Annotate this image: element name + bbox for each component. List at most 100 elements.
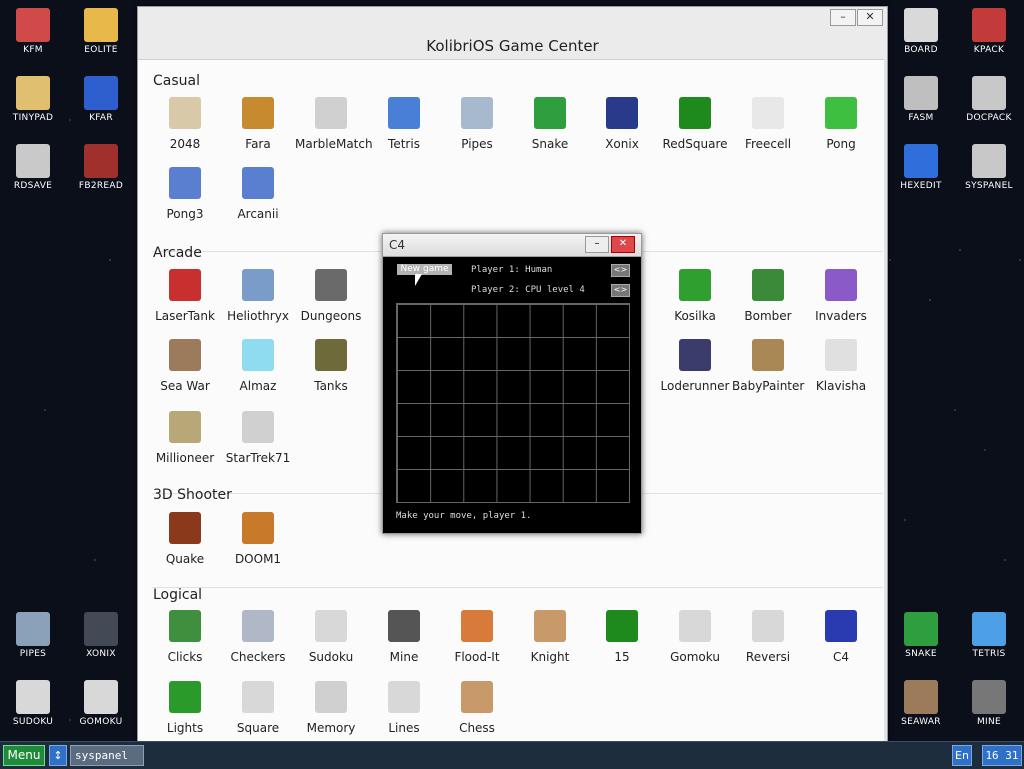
switch-button[interactable]: ↕ bbox=[49, 745, 67, 766]
game-babypainter[interactable]: BabyPainter bbox=[732, 339, 804, 394]
game-c4[interactable]: C4 bbox=[805, 610, 877, 665]
desktop-icon-sudoku[interactable]: SUDOKU bbox=[0, 680, 66, 727]
language-indicator[interactable]: En bbox=[952, 745, 972, 766]
game-pipes[interactable]: Pipes bbox=[441, 97, 513, 152]
c4-minimize-button[interactable]: – bbox=[585, 236, 609, 253]
player1-arrows[interactable]: <> bbox=[611, 264, 630, 277]
section-3d-shooter: 3D Shooter bbox=[153, 487, 232, 503]
game-tetris[interactable]: Tetris bbox=[368, 97, 440, 152]
game-heliothryx[interactable]: Heliothryx bbox=[222, 269, 294, 324]
game-marblematch[interactable]: MarbleMatch bbox=[295, 97, 373, 152]
desktop-icon-rdsave[interactable]: RDSAVE bbox=[0, 144, 66, 191]
game-sudoku[interactable]: Sudoku bbox=[295, 610, 367, 665]
desktop-icon-kpack[interactable]: KPACK bbox=[956, 8, 1022, 55]
game-label: Arcanii bbox=[237, 207, 279, 221]
game-lights[interactable]: Lights bbox=[149, 681, 221, 736]
game-gomoku[interactable]: Gomoku bbox=[659, 610, 731, 665]
freecell-icon bbox=[752, 97, 784, 129]
game-reversi[interactable]: Reversi bbox=[732, 610, 804, 665]
game-2048[interactable]: 2048 bbox=[149, 97, 221, 152]
desktop-icon-docpack[interactable]: DOCPACK bbox=[956, 76, 1022, 123]
game-mine[interactable]: Mine bbox=[368, 610, 440, 665]
desktop-icon-mine[interactable]: MINE bbox=[956, 680, 1022, 727]
new-game-button[interactable]: New game bbox=[397, 264, 452, 275]
clock[interactable]: 16 31 bbox=[982, 745, 1022, 766]
desktop-icon-eolite[interactable]: EOLITE bbox=[68, 8, 134, 55]
xonix-icon bbox=[84, 612, 118, 646]
game-square[interactable]: Square bbox=[222, 681, 294, 736]
game-doom1[interactable]: DOOM1 bbox=[222, 512, 294, 567]
minimize-button[interactable]: – bbox=[830, 9, 856, 26]
game-pong[interactable]: Pong bbox=[805, 97, 877, 152]
game-knight[interactable]: Knight bbox=[514, 610, 586, 665]
desktop-icon-fb2read[interactable]: FB2READ bbox=[68, 144, 134, 191]
pipes-icon bbox=[16, 612, 50, 646]
game-15[interactable]: 15 bbox=[586, 610, 658, 665]
c4-board[interactable] bbox=[396, 303, 630, 503]
doom1-icon bbox=[242, 512, 274, 544]
game-bomber[interactable]: Bomber bbox=[732, 269, 804, 324]
game-redsquare[interactable]: RedSquare bbox=[659, 97, 731, 152]
game-loderunner[interactable]: Loderunner bbox=[659, 339, 731, 394]
millioneer-icon bbox=[169, 411, 201, 443]
desktop-icon-xonix[interactable]: XONIX bbox=[68, 612, 134, 659]
lights-icon bbox=[169, 681, 201, 713]
c4-titlebar[interactable]: C4 – ✕ bbox=[383, 234, 641, 257]
desktop-icon-hexedit[interactable]: HEXEDIT bbox=[888, 144, 954, 191]
game-lines[interactable]: Lines bbox=[368, 681, 440, 736]
game-label: Pong3 bbox=[166, 207, 204, 221]
game-xonix[interactable]: Xonix bbox=[586, 97, 658, 152]
game-tanks[interactable]: Tanks bbox=[295, 339, 367, 394]
desktop-icon-tetris[interactable]: TETRIS bbox=[956, 612, 1022, 659]
game-sea-war[interactable]: Sea War bbox=[149, 339, 221, 394]
game-arcanii[interactable]: Arcanii bbox=[222, 167, 294, 222]
desktop-icon-label: XONIX bbox=[86, 649, 116, 659]
game-freecell[interactable]: Freecell bbox=[732, 97, 804, 152]
game-invaders[interactable]: Invaders bbox=[805, 269, 877, 324]
game-startrek71[interactable]: StarTrek71 bbox=[222, 411, 294, 466]
game-klavisha[interactable]: Klavisha bbox=[805, 339, 877, 394]
game-kosilka[interactable]: Kosilka bbox=[659, 269, 731, 324]
game-memory[interactable]: Memory bbox=[295, 681, 367, 736]
tetris-icon bbox=[388, 97, 420, 129]
game-clicks[interactable]: Clicks bbox=[149, 610, 221, 665]
game-label: Klavisha bbox=[815, 379, 867, 393]
desktop-icon-syspanel[interactable]: SYSPANEL bbox=[956, 144, 1022, 191]
scrollbar[interactable] bbox=[884, 59, 887, 761]
sudoku-icon bbox=[16, 680, 50, 714]
lines-icon bbox=[388, 681, 420, 713]
tanks-icon bbox=[315, 339, 347, 371]
desktop-icon-tinypad[interactable]: TINYPAD bbox=[0, 76, 66, 123]
c4-close-button[interactable]: ✕ bbox=[611, 236, 635, 253]
desktop-icon-pipes[interactable]: PIPES bbox=[0, 612, 66, 659]
game-millioneer[interactable]: Millioneer bbox=[149, 411, 221, 466]
game-flood-it[interactable]: Flood-It bbox=[441, 610, 513, 665]
game-dungeons[interactable]: Dungeons bbox=[295, 269, 367, 324]
game-snake[interactable]: Snake bbox=[514, 97, 586, 152]
desktop-icon-label: KFM bbox=[23, 45, 43, 55]
player2-arrows[interactable]: <> bbox=[611, 284, 630, 297]
desktop-icon-kfar[interactable]: KFAR bbox=[68, 76, 134, 123]
game-fara[interactable]: Fara bbox=[222, 97, 294, 152]
game-label: Xonix bbox=[605, 137, 639, 151]
game-quake[interactable]: Quake bbox=[149, 512, 221, 567]
desktop-icon-fasm[interactable]: FASM bbox=[888, 76, 954, 123]
mine-icon bbox=[388, 610, 420, 642]
game-chess[interactable]: Chess bbox=[441, 681, 513, 736]
desktop-icon-label: BOARD bbox=[904, 45, 938, 55]
close-button[interactable]: ✕ bbox=[857, 9, 883, 26]
desktop-icon-board[interactable]: BOARD bbox=[888, 8, 954, 55]
menu-button[interactable]: Menu bbox=[3, 745, 45, 766]
desktop-icon-snake[interactable]: SNAKE bbox=[888, 612, 954, 659]
taskbar-item-syspanel[interactable]: syspanel bbox=[70, 745, 144, 766]
desktop-icon-seawar[interactable]: SEAWAR bbox=[888, 680, 954, 727]
game-checkers[interactable]: Checkers bbox=[222, 610, 294, 665]
syspanel-icon bbox=[972, 144, 1006, 178]
game-almaz[interactable]: Almaz bbox=[222, 339, 294, 394]
desktop-icon-gomoku[interactable]: GOMOKU bbox=[68, 680, 134, 727]
desktop-icon-kfm[interactable]: KFM bbox=[0, 8, 66, 55]
game-lasertank[interactable]: LaserTank bbox=[149, 269, 221, 324]
game-pong3[interactable]: Pong3 bbox=[149, 167, 221, 222]
c4-window: C4 – ✕ New game Player 1: Human <> Playe… bbox=[382, 233, 642, 534]
window-titlebar[interactable]: – ✕ KolibriOS Game Center bbox=[138, 7, 887, 60]
